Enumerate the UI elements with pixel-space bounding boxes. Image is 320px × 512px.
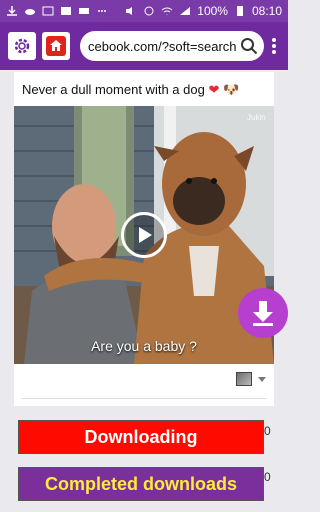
search-icon[interactable] <box>240 37 258 55</box>
post-card: Never a dull moment with a dog ❤ 🐶 Jukin… <box>14 72 274 406</box>
mute-icon <box>126 7 133 15</box>
post-title: Never a dull moment with a dog ❤ 🐶 <box>22 82 239 98</box>
cloud-icon <box>25 9 35 15</box>
download-icon <box>253 301 273 326</box>
download-notification-icon <box>7 6 17 16</box>
more-vertical-icon[interactable] <box>268 36 280 56</box>
video-caption: Are you a baby ? <box>91 338 197 354</box>
url-text[interactable]: cebook.com/?soft=search <box>88 39 240 54</box>
home-icon <box>46 36 66 56</box>
gallery-icon <box>42 6 54 16</box>
settings-button[interactable] <box>8 32 36 60</box>
watermark: Jukin <box>247 113 266 122</box>
battery-icon <box>236 6 243 16</box>
signal-icon <box>180 7 191 15</box>
divider <box>22 398 266 399</box>
battery-percent: 100% <box>197 4 228 18</box>
gear-icon <box>14 38 30 54</box>
post-title-text: Never a dull moment with a dog <box>22 82 205 97</box>
thumbnail-icon <box>236 372 252 386</box>
completed-downloads-button[interactable]: Completed downloads <box>18 467 264 501</box>
more-notifications-icon <box>98 10 106 12</box>
heart-emoji: ❤ <box>208 82 220 97</box>
clock: 08:10 <box>251 4 282 18</box>
video-player[interactable]: Jukin Are you a baby ? <box>14 106 274 364</box>
dog-emoji: 🐶 <box>222 82 240 97</box>
wifi-icon <box>161 7 173 15</box>
status-bar: 100% 08:10 <box>0 0 288 22</box>
download-button[interactable] <box>238 288 288 338</box>
notification-icons <box>6 6 108 16</box>
home-button[interactable] <box>42 32 70 60</box>
audience-selector[interactable] <box>236 372 266 386</box>
image-icon <box>61 7 71 15</box>
system-icons: 100% 08:10 <box>125 4 282 18</box>
chevron-down-icon <box>258 376 266 382</box>
downloading-count: 0 <box>264 424 271 438</box>
browser-toolbar: cebook.com/?soft=search <box>0 22 288 70</box>
message-icon <box>79 8 89 14</box>
downloading-button[interactable]: Downloading <box>18 420 264 454</box>
completed-count: 0 <box>264 470 271 484</box>
url-bar[interactable]: cebook.com/?soft=search <box>80 31 264 61</box>
play-icon[interactable] <box>121 212 167 258</box>
alarm-icon <box>144 6 154 16</box>
